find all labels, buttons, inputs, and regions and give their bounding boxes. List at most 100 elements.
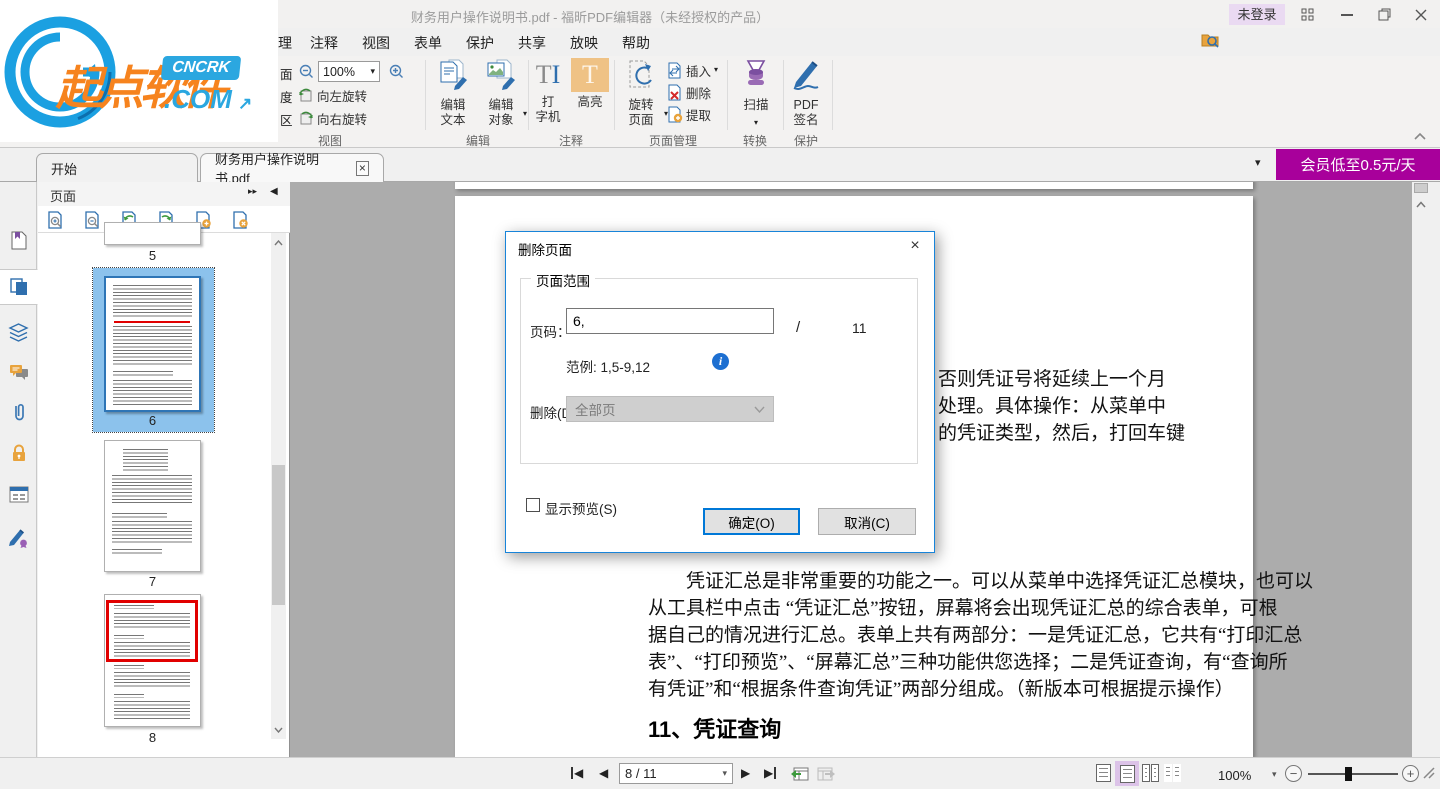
zoom-in-button[interactable]: + (1402, 765, 1419, 782)
tab-document[interactable]: 财务用户操作说明书.pdf × (200, 153, 384, 182)
menu-form[interactable]: 表单 (408, 33, 448, 53)
single-page-view-button[interactable] (1096, 764, 1111, 782)
menu-help[interactable]: 帮助 (616, 33, 656, 53)
security-panel-button[interactable] (0, 434, 37, 470)
dialog-close-button[interactable]: × (904, 236, 926, 256)
signatures-panel-button[interactable] (0, 520, 37, 556)
close-button[interactable] (1410, 6, 1432, 23)
last-page-button[interactable]: ▶ (764, 767, 776, 779)
zoom-out-icon[interactable] (298, 63, 315, 80)
zoom-out-button[interactable]: − (1285, 765, 1302, 782)
previous-view-button[interactable] (790, 765, 810, 782)
delete-page-icon[interactable] (229, 209, 251, 230)
comments-panel-button[interactable] (0, 354, 37, 390)
panel-collapse-icon[interactable]: ◀ (270, 186, 278, 197)
layers-panel-button[interactable] (0, 315, 37, 351)
thumbnail-page-8[interactable] (104, 594, 201, 727)
document-scrollbar-thumb[interactable] (1414, 183, 1428, 193)
scan-button[interactable]: 扫描 ▾ (733, 58, 779, 128)
delete-pages-button[interactable]: 删除 (666, 82, 711, 102)
advanced-search-icon[interactable] (1201, 31, 1219, 52)
collapse-ribbon-button[interactable] (1414, 128, 1426, 143)
lock-icon (10, 443, 28, 462)
page-range-input[interactable] (566, 308, 774, 334)
arrange-windows-button[interactable] (1296, 6, 1318, 23)
highlight-button[interactable]: T 高亮 (567, 58, 613, 110)
thumbnail-page-5[interactable] (104, 222, 201, 245)
thumbnail-scrollbar-thumb[interactable] (272, 465, 285, 605)
edit-object-button[interactable]: 编辑 对象 ▾ (478, 58, 524, 128)
previous-page-button[interactable]: ◀ (599, 767, 608, 779)
combo-caret-icon (754, 406, 765, 413)
next-view-button[interactable] (816, 765, 836, 782)
doc-heading: 11、凭证查询 (648, 712, 781, 744)
cancel-button[interactable]: 取消(C) (818, 508, 916, 535)
comments-icon (9, 363, 29, 381)
page-indicator-value: 8 / 11 (625, 766, 657, 781)
menu-comment[interactable]: 注释 (304, 33, 344, 53)
zoom-level-combo[interactable]: 100% ▾ (318, 61, 380, 82)
thumbnail-zoom-in-icon[interactable] (44, 209, 66, 230)
restore-button[interactable] (1373, 6, 1395, 23)
paperclip-icon (10, 402, 28, 422)
thumbnail-selection-6[interactable]: 6 (93, 268, 214, 432)
document-scroll-up-arrow[interactable] (1414, 197, 1428, 212)
rotate-pages-button[interactable]: 旋转 页面 ▾ (618, 58, 664, 128)
pages-panel-button[interactable] (0, 269, 38, 305)
facing-view-button[interactable] (1142, 764, 1159, 782)
fit-page-partial[interactable]: 面 (280, 64, 293, 83)
visible-area-partial[interactable]: 区 (280, 110, 293, 129)
thumbnail-scroll-up-arrow[interactable] (271, 235, 286, 250)
resize-grip[interactable] (1422, 766, 1435, 782)
logo-domain: .COM (164, 84, 232, 115)
thumbnail-page-6[interactable] (104, 276, 201, 412)
zoom-in-icon[interactable] (388, 63, 405, 80)
delete-pages-icon (666, 84, 683, 101)
insert-pages-button[interactable]: 插入 ▾ (666, 60, 718, 80)
cncrk-logo-overlay: 起点软件 CNCRK .COM ↗ (0, 0, 278, 142)
status-bar: ◀ ◀ 8 / 11 ▾ ▶ ▶ 100% ▾ − (0, 757, 1440, 789)
doc-text-line: 处理。具体操作：从菜单中 (938, 391, 1166, 418)
menu-share[interactable]: 共享 (512, 33, 552, 53)
ok-button[interactable]: 确定(O) (703, 508, 800, 535)
thumbnail-label-5: 5 (104, 248, 201, 263)
fields-panel-button[interactable] (0, 476, 37, 512)
membership-promo-banner[interactable]: 会员低至0.5元/天 (1276, 149, 1440, 180)
zoom-slider-handle[interactable] (1345, 767, 1352, 781)
pdf-sign-button[interactable]: PDF 签名 (786, 58, 826, 128)
statusbar-zoom-caret[interactable]: ▾ (1272, 770, 1277, 779)
tab-list-caret[interactable]: ▾ (1255, 158, 1261, 169)
edit-text-button[interactable]: 编辑 文本 (430, 58, 476, 128)
thumbnail-zoom-out-icon[interactable] (81, 209, 103, 230)
facing-continuous-view-button[interactable] (1164, 764, 1181, 782)
thumbnail-scroll-down-arrow[interactable] (271, 722, 286, 737)
thumbnail-page-7[interactable] (104, 440, 201, 572)
extract-pages-button[interactable]: 提取 (666, 104, 711, 124)
rotate-right-button[interactable]: 向右旋转 (298, 108, 367, 128)
attachments-panel-button[interactable] (0, 394, 37, 430)
tab-start[interactable]: 开始 (36, 153, 198, 182)
thumbnail-scrollbar[interactable] (271, 233, 286, 739)
highlight-icon: T (571, 58, 609, 92)
menu-view[interactable]: 视图 (356, 33, 396, 53)
first-page-button[interactable]: ◀ (571, 767, 583, 779)
fit-width-partial[interactable]: 度 (280, 87, 293, 106)
info-icon[interactable]: i (712, 353, 729, 370)
show-preview-checkbox[interactable] (526, 498, 540, 512)
bookmarks-panel-button[interactable] (0, 222, 37, 258)
menu-protect[interactable]: 保护 (460, 33, 500, 53)
menu-present[interactable]: 放映 (564, 33, 604, 53)
typewriter-button[interactable]: TI 打 字机 (531, 58, 565, 125)
rotate-left-button[interactable]: 向左旋转 (298, 85, 367, 105)
minimize-button[interactable] (1336, 6, 1358, 23)
panel-expand-icon[interactable]: ▸▸ (248, 186, 257, 197)
document-scrollbar[interactable] (1412, 182, 1430, 757)
rotate-pages-icon (623, 58, 659, 92)
tab-close-button[interactable]: × (356, 161, 369, 176)
continuous-view-button[interactable] (1115, 761, 1139, 786)
page-indicator-combo[interactable]: 8 / 11 ▾ (619, 763, 733, 784)
delete-mode-combo[interactable]: 全部页 (566, 396, 774, 422)
zoom-slider-track[interactable] (1308, 773, 1398, 775)
next-page-button[interactable]: ▶ (741, 767, 750, 779)
login-button[interactable]: 未登录 (1229, 4, 1285, 25)
